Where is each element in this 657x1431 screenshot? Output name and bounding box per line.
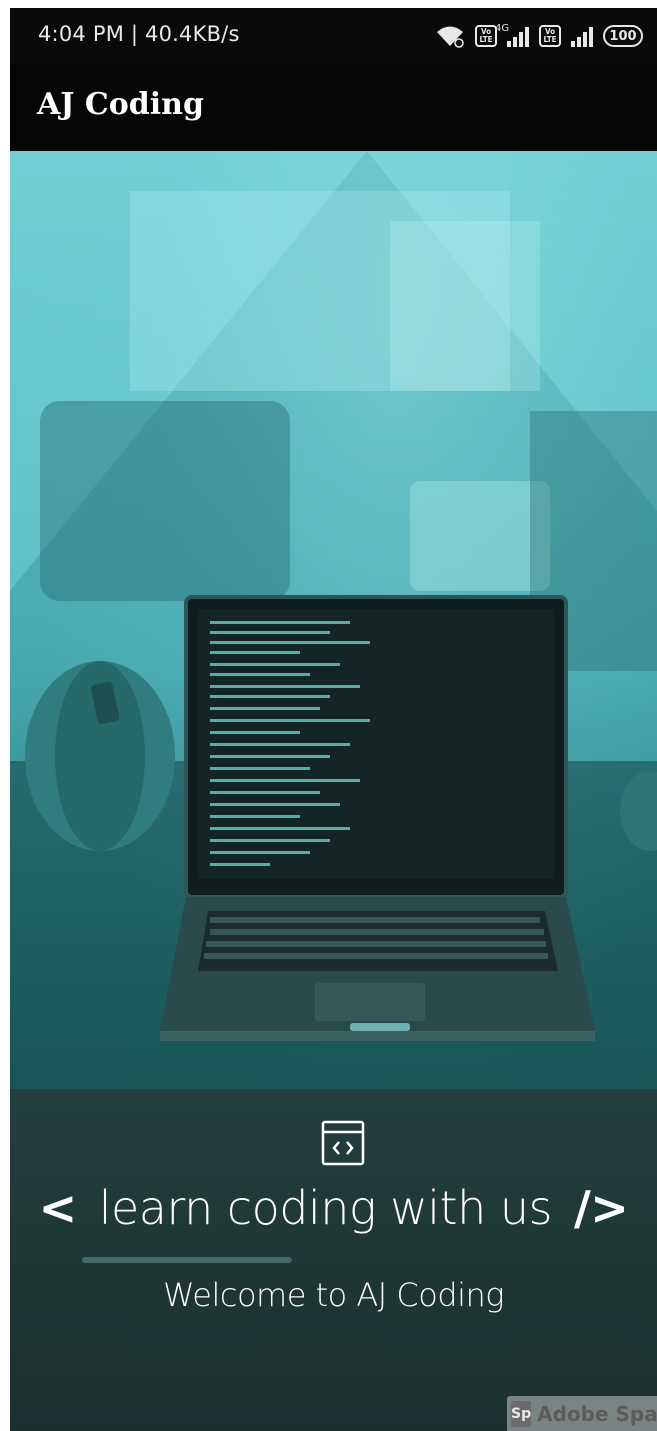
- hero-illustration: [10, 151, 657, 1089]
- close-bracket: />: [573, 1181, 629, 1235]
- status-bar: 4:04 PM | 40.4KB/s Vo LTE 4G Vo LTE 100: [10, 8, 657, 65]
- hero-image: [10, 151, 657, 1089]
- watermark-text: Adobe Spark: [537, 1401, 657, 1426]
- welcome-text: Welcome to AJ Coding: [163, 1276, 504, 1314]
- status-icons: Vo LTE 4G Vo LTE 100: [435, 22, 643, 50]
- volte-icon-2: Vo LTE: [539, 25, 561, 47]
- adobe-spark-logo: Sp: [511, 1400, 532, 1427]
- network-type-label: 4G: [495, 23, 510, 34]
- tagline-text: learn coding with us: [98, 1181, 553, 1235]
- app-title: AJ Coding: [37, 87, 204, 122]
- tagline: < learn coding with us />: [10, 1181, 657, 1261]
- code-window-icon: [321, 1120, 365, 1166]
- app-screen: 4:04 PM | 40.4KB/s Vo LTE 4G Vo LTE 100 …: [10, 8, 657, 1431]
- app-bar: AJ Coding: [10, 65, 657, 151]
- adobe-spark-watermark: Sp Adobe Spark: [507, 1396, 657, 1431]
- volte-icon: Vo LTE: [475, 25, 497, 47]
- signal-4g-icon: 4G: [495, 23, 529, 47]
- status-time-speed: 4:04 PM | 40.4KB/s: [38, 22, 240, 46]
- wifi-icon: [437, 26, 464, 48]
- open-bracket: <: [38, 1181, 78, 1235]
- battery-icon: 100: [603, 25, 643, 47]
- signal-icon: [571, 25, 593, 47]
